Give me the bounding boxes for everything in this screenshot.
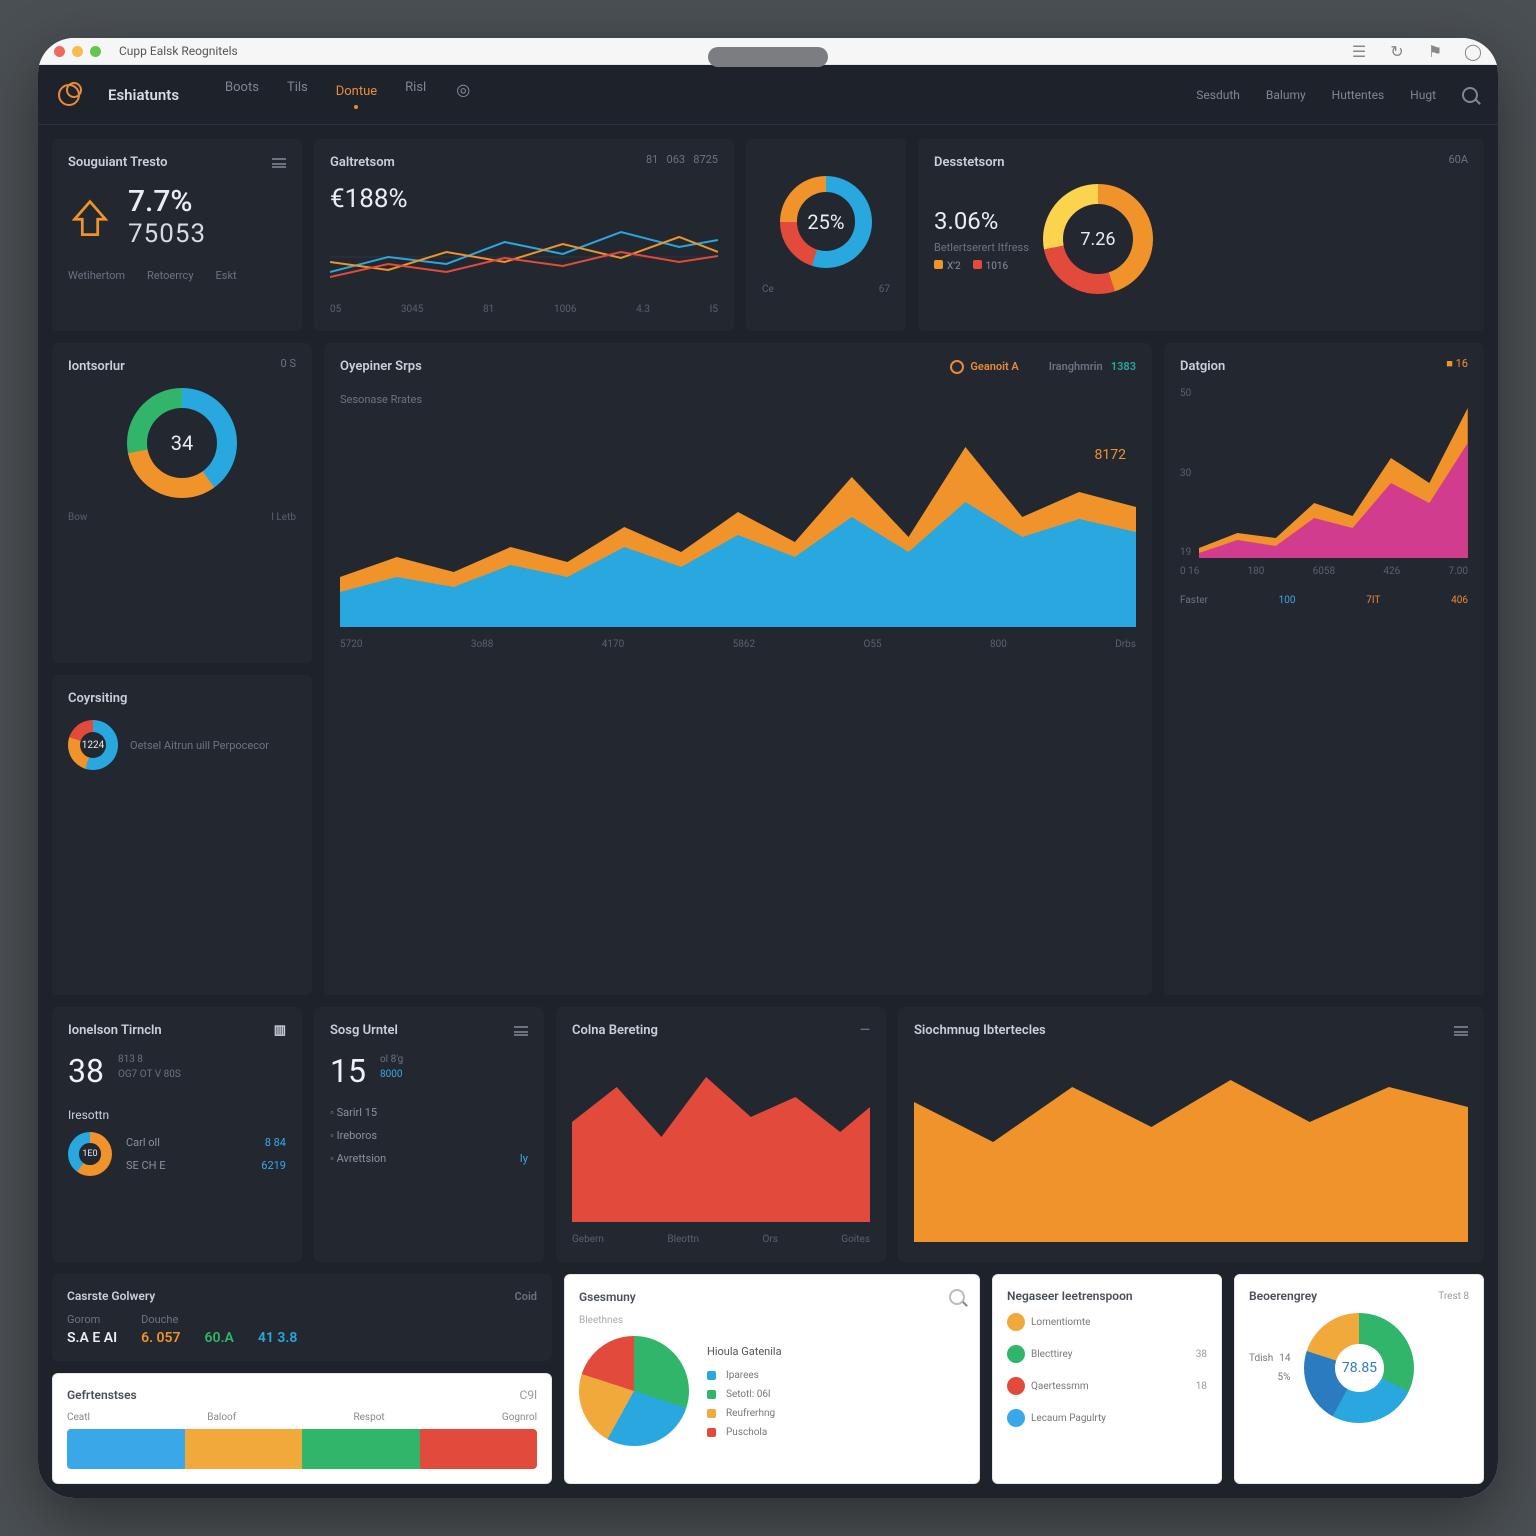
rnav-2[interactable]: Huttentes bbox=[1332, 88, 1385, 102]
menu-icon[interactable] bbox=[272, 158, 286, 168]
row-2: Iontsorlur 0 S 34 BowI Letb Coyrsiting bbox=[52, 343, 1484, 995]
notch bbox=[708, 47, 828, 67]
close-dot[interactable] bbox=[54, 46, 65, 57]
card-spark-title: Galtretsom bbox=[330, 155, 395, 170]
max-dot[interactable] bbox=[90, 46, 101, 57]
refresh-icon[interactable]: ↻ bbox=[1388, 42, 1406, 60]
kpi-percent: 7.7% bbox=[128, 184, 206, 219]
nav-link-3[interactable]: Risl bbox=[405, 80, 426, 109]
donut-tiny: 1224 bbox=[68, 720, 118, 770]
search-icon[interactable] bbox=[1462, 87, 1478, 103]
dest-sub: Betlertserert Itfress bbox=[934, 241, 1029, 254]
datgion-area-chart bbox=[1199, 388, 1468, 558]
menu-icon[interactable] bbox=[514, 1026, 528, 1036]
topbar: Eshiatunts Boots Tils Dontue Risl ◎ Sesd… bbox=[38, 65, 1498, 125]
card-datgion: Datgion ■ 16 50 30 19 bbox=[1164, 343, 1484, 995]
card-sioch: Siochmnug Ibtertecles bbox=[898, 1007, 1484, 1262]
donut-chart-b: 7.26 bbox=[1043, 184, 1153, 294]
card-pie2: BeoerengreyTrest 8 Tdish14 5% 78.85 bbox=[1234, 1274, 1484, 1484]
color-swatches bbox=[67, 1429, 537, 1469]
rnav-1[interactable]: Balumy bbox=[1266, 88, 1306, 102]
device-frame: Cupp Ealsk Reognitels ☰ ↻ ⚑ ◯ Eshiatunts… bbox=[38, 38, 1498, 1498]
browser-chrome: Cupp Ealsk Reognitels ☰ ↻ ⚑ ◯ bbox=[38, 38, 1498, 65]
spark-value: €188% bbox=[330, 184, 718, 214]
center-area-chart bbox=[340, 407, 1136, 627]
kpi-value: 75053 bbox=[128, 219, 206, 249]
menu-icon[interactable] bbox=[1454, 1026, 1468, 1036]
nav-link-0[interactable]: Boots bbox=[225, 80, 259, 109]
alert-icon[interactable]: ⚑ bbox=[1426, 42, 1444, 60]
card-dest-title: Desstetsorn bbox=[934, 155, 1005, 170]
card-kpi: Souguiant Tresto 7.7% 75053 Wetihertom bbox=[52, 139, 302, 331]
sparkline-chart bbox=[330, 222, 718, 292]
card-donut-a: 25% Ce 67 bbox=[746, 139, 906, 331]
card-iont: Iontsorlur 0 S 34 BowI Letb bbox=[52, 343, 312, 663]
card-swatches: GefrtenstsesC9l Ceatl Baloof Respot Gogn… bbox=[52, 1373, 552, 1484]
logo-icon[interactable] bbox=[58, 84, 80, 106]
row2-side: Iontsorlur 0 S 34 BowI Letb Coyrsiting bbox=[52, 343, 312, 995]
nav-link-2[interactable]: Dontue bbox=[336, 84, 377, 99]
rnav-3[interactable]: Hugt bbox=[1410, 88, 1436, 102]
kpi-tab-2[interactable]: Eskt bbox=[216, 269, 237, 282]
card-colna: Colna Bereting— Gebern Bleottn Ors Goite… bbox=[556, 1007, 886, 1262]
card-pie1: Gsesmuny Bleethnes Hioula Gatenila Ipare… bbox=[564, 1274, 980, 1484]
badge[interactable]: Geanoit A bbox=[950, 360, 1018, 374]
donut-chart-c: 34 bbox=[127, 388, 237, 498]
card-coy: Coyrsiting 1224 Oetsel Aitrun uill Perpo… bbox=[52, 675, 312, 995]
nav-active-dot bbox=[354, 105, 358, 109]
dest-value: 3.06% bbox=[934, 207, 1029, 235]
chrome-title: Cupp Ealsk Reognitels bbox=[119, 44, 238, 58]
card-legend-list: Negaseer Ieetrenspoon Lomentiomte Blectt… bbox=[992, 1274, 1222, 1484]
pie-chart-1 bbox=[579, 1336, 689, 1446]
row-3: Ionelson Tirncln▥ 38 813 8 OG7 OT V 80S … bbox=[52, 1007, 1484, 1262]
donut-a-value: 25% bbox=[797, 192, 856, 251]
profile-icon[interactable]: ◯ bbox=[1464, 42, 1482, 60]
card-spark: Galtretsom 81 063 8725 €188% 05 3045 81 … bbox=[314, 139, 734, 331]
menu-icon[interactable]: ☰ bbox=[1350, 42, 1368, 60]
brand: Eshiatunts bbox=[108, 86, 179, 104]
card-dest: Desstetsorn 60A 3.06% Betlertserert Itfr… bbox=[918, 139, 1484, 331]
pie-chart-2: 78.85 bbox=[1304, 1313, 1414, 1423]
card-kpi-title: Souguiant Tresto bbox=[68, 155, 167, 170]
donut-tiny-2: 1E0 bbox=[68, 1132, 112, 1176]
arrow-up-icon bbox=[68, 195, 112, 239]
donut-chart-a: 25% bbox=[780, 176, 872, 268]
orange-area-chart bbox=[914, 1052, 1468, 1242]
rnav-0[interactable]: Sesduth bbox=[1196, 88, 1240, 102]
red-area-chart bbox=[572, 1052, 870, 1222]
search-icon[interactable] bbox=[949, 1289, 965, 1305]
bottom-row: Casrste GolweryCoid GoromS.A E AI Douche… bbox=[52, 1274, 1484, 1484]
app: Eshiatunts Boots Tils Dontue Risl ◎ Sesd… bbox=[38, 65, 1498, 1498]
primary-nav: Boots Tils Dontue Risl ◎ bbox=[225, 80, 472, 109]
card-sosg: Sosg Urntel 15 ol 8'g8000 ◦ Sarirl 15 ◦ … bbox=[314, 1007, 544, 1262]
donut-b-value: 7.26 bbox=[1063, 204, 1133, 274]
window-controls[interactable] bbox=[54, 46, 101, 57]
kpi-tab-1[interactable]: Retoerrcy bbox=[147, 269, 194, 282]
dashboard: Souguiant Tresto 7.7% 75053 Wetihertom bbox=[38, 125, 1498, 1498]
card-casrste: Casrste GolweryCoid GoromS.A E AI Douche… bbox=[52, 1274, 552, 1361]
kpi-tab-0[interactable]: Wetihertom bbox=[68, 269, 125, 282]
card-ione: Ionelson Tirncln▥ 38 813 8 OG7 OT V 80S … bbox=[52, 1007, 302, 1262]
nav-link-1[interactable]: Tils bbox=[287, 80, 308, 109]
min-dot[interactable] bbox=[72, 46, 83, 57]
target-icon[interactable]: ◎ bbox=[454, 80, 472, 98]
row-1: Souguiant Tresto 7.7% 75053 Wetihertom bbox=[52, 139, 1484, 331]
chrome-actions: ☰ ↻ ⚑ ◯ bbox=[1350, 42, 1482, 60]
card-center-area: Oyepiner Srps Geanoit A Iranghmrin 1383 … bbox=[324, 343, 1152, 995]
chart-icon[interactable]: ▥ bbox=[274, 1023, 286, 1038]
